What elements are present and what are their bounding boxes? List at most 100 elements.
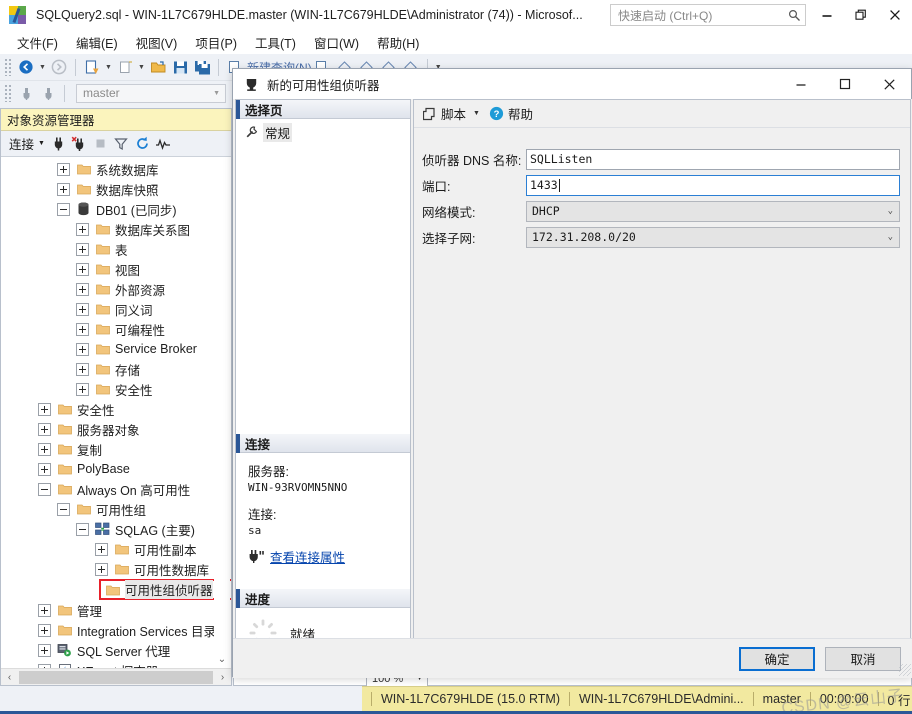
collapse-icon[interactable]	[38, 482, 51, 496]
collapse-icon[interactable]	[57, 202, 70, 216]
menu-tools[interactable]: 工具(T)	[246, 30, 305, 55]
menu-window[interactable]: 窗口(W)	[305, 30, 368, 55]
script-dropdown-icon[interactable]: ▼	[473, 110, 480, 117]
tree-node[interactable]: Integration Services 目录	[1, 620, 231, 640]
tree-node[interactable]: 可用性副本	[1, 539, 231, 559]
save-icon[interactable]	[169, 56, 191, 78]
database-selector[interactable]: master ▼	[76, 83, 226, 103]
new-query-caret-icon[interactable]: ▼	[103, 56, 114, 78]
menu-file[interactable]: 文件(F)	[8, 30, 67, 55]
expand-icon[interactable]	[76, 362, 89, 376]
save-all-icon[interactable]	[191, 56, 213, 78]
expand-icon[interactable]	[38, 623, 51, 637]
toolbar-grip-icon[interactable]	[4, 58, 12, 76]
tree-node[interactable]: 复制	[1, 439, 231, 459]
expand-icon[interactable]	[38, 442, 51, 456]
dialog-minimize-button[interactable]	[779, 69, 823, 99]
hscroll-thumb[interactable]	[19, 670, 213, 684]
tree-node[interactable]: 服务器对象	[1, 419, 231, 439]
tree-node[interactable]: 视图	[1, 259, 231, 279]
minimize-button[interactable]	[810, 0, 844, 30]
tree-node[interactable]: 数据库关系图	[1, 219, 231, 239]
menu-help[interactable]: 帮助(H)	[368, 30, 428, 55]
quick-launch-box[interactable]: 快速启动 (Ctrl+Q)	[610, 4, 806, 26]
close-button[interactable]	[878, 0, 912, 30]
tree-node[interactable]: 可编程性	[1, 319, 231, 339]
expand-icon[interactable]	[76, 342, 89, 356]
ok-button[interactable]: 确定	[739, 646, 815, 671]
new-query-template-caret-icon[interactable]: ▼	[136, 56, 147, 78]
toolbar2-grip-icon[interactable]	[4, 84, 12, 102]
port-input[interactable]: 1433	[526, 174, 900, 196]
expand-icon[interactable]	[38, 462, 51, 476]
connect-query-icon[interactable]	[15, 82, 37, 104]
dialog-maximize-button[interactable]	[823, 69, 867, 99]
tree-node[interactable]: 数据库快照	[1, 179, 231, 199]
navigate-forward-icon[interactable]	[48, 56, 70, 78]
dialog-resize-grip[interactable]	[899, 664, 911, 676]
disconnect-icon[interactable]	[69, 133, 90, 154]
tree-node-availability-group-listeners[interactable]: 可用性组侦听器	[99, 579, 231, 600]
expand-icon[interactable]	[76, 382, 89, 396]
tree-node[interactable]: DB01 (已同步)	[1, 199, 231, 219]
object-explorer-vscrollbar[interactable]: ⌄	[214, 157, 230, 667]
oe-connect-button[interactable]: 连接 ▼	[6, 132, 48, 155]
scroll-right-icon[interactable]: ›	[214, 672, 231, 683]
navigate-back-icon[interactable]	[15, 56, 37, 78]
view-connection-properties-link[interactable]: 查看连接属性	[270, 547, 345, 566]
expand-icon[interactable]	[76, 262, 89, 276]
tree-node[interactable]: SQL Server 代理	[1, 640, 231, 660]
tree-node[interactable]: SQLAG (主要)	[1, 519, 231, 539]
activity-monitor-icon[interactable]	[153, 133, 174, 154]
expand-icon[interactable]	[38, 402, 51, 416]
expand-icon[interactable]	[38, 643, 51, 657]
refresh-icon[interactable]	[132, 133, 153, 154]
tree-node[interactable]: 外部资源	[1, 279, 231, 299]
help-button[interactable]: ? 帮助	[489, 104, 533, 123]
restore-button[interactable]	[844, 0, 878, 30]
tree-node[interactable]: XEvent 探查器	[1, 660, 231, 668]
expand-icon[interactable]	[57, 182, 70, 196]
new-query-icon[interactable]	[81, 56, 103, 78]
expand-icon[interactable]	[76, 282, 89, 296]
script-button[interactable]: 脚本	[423, 104, 466, 123]
expand-icon[interactable]	[57, 162, 70, 176]
collapse-icon[interactable]	[76, 522, 89, 536]
expand-icon[interactable]	[95, 562, 108, 576]
navigate-back-caret-icon[interactable]: ▼	[37, 56, 48, 78]
page-item-general[interactable]: 常规	[236, 122, 410, 142]
collapse-icon[interactable]	[57, 502, 70, 516]
filter-icon[interactable]	[111, 133, 132, 154]
menu-project[interactable]: 项目(P)	[186, 30, 246, 55]
tree-node[interactable]: 存储	[1, 359, 231, 379]
tree-node[interactable]: 安全性	[1, 379, 231, 399]
stop-icon[interactable]	[90, 133, 111, 154]
expand-icon[interactable]	[38, 422, 51, 436]
new-query-template-icon[interactable]	[114, 56, 136, 78]
tree-node[interactable]: Service Broker	[1, 339, 231, 359]
tree-node[interactable]: 可用性数据库	[1, 559, 231, 579]
expand-icon[interactable]	[76, 222, 89, 236]
tree-node[interactable]: 可用性组	[1, 499, 231, 519]
tree-node[interactable]: PolyBase	[1, 459, 231, 479]
menu-view[interactable]: 视图(V)	[127, 30, 187, 55]
tree-node[interactable]: Always On 高可用性	[1, 479, 231, 499]
object-explorer-hscrollbar[interactable]: ‹ ›	[1, 668, 231, 685]
connect-icon[interactable]	[48, 133, 69, 154]
object-explorer-tree[interactable]: 系统数据库 数据库快照 DB01 (已同步) 数据库关系图表视图 外部资源 同义词 可编程性…	[1, 157, 231, 668]
expand-icon[interactable]	[76, 242, 89, 256]
connection-properties-row[interactable]: 查看连接属性	[248, 547, 400, 566]
expand-icon[interactable]	[38, 603, 51, 617]
tree-node[interactable]: 系统数据库	[1, 159, 231, 179]
subnet-select[interactable]: 172.31.208.0/20 ⌄	[526, 226, 900, 248]
tree-node[interactable]: 同义词	[1, 299, 231, 319]
cancel-button[interactable]: 取消	[825, 646, 901, 671]
disconnect-query-icon[interactable]	[37, 82, 59, 104]
dialog-close-button[interactable]	[867, 69, 911, 99]
menu-edit[interactable]: 编辑(E)	[67, 30, 127, 55]
tree-node[interactable]: 表	[1, 239, 231, 259]
tree-node[interactable]: 安全性	[1, 399, 231, 419]
expand-icon[interactable]	[95, 542, 108, 556]
scroll-left-icon[interactable]: ‹	[1, 672, 18, 683]
expand-icon[interactable]	[76, 322, 89, 336]
